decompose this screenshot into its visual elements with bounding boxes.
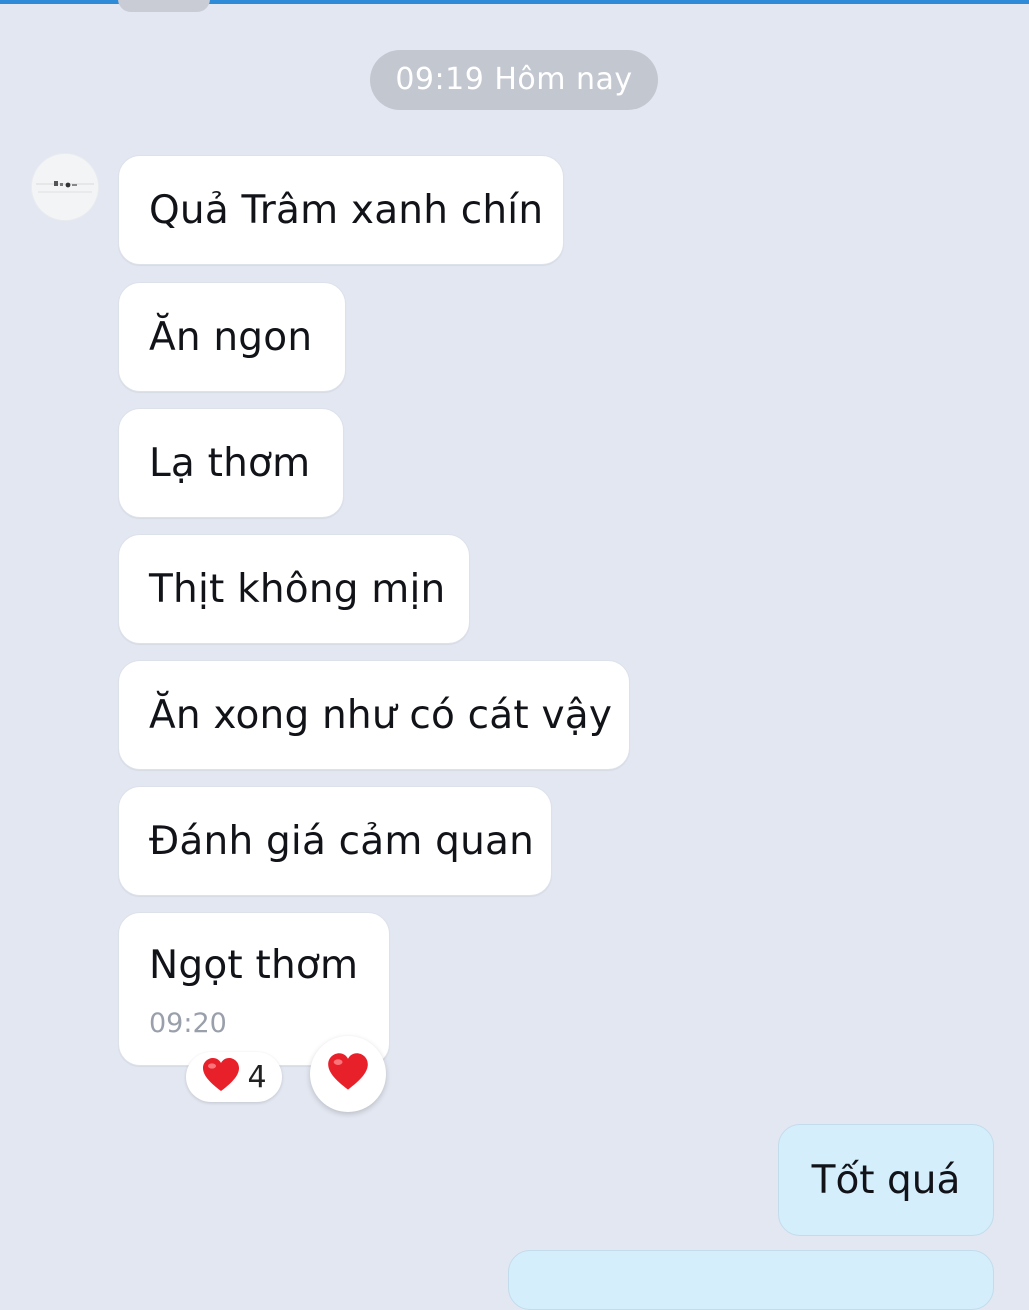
incoming-message[interactable]: Thịt không mịn [118, 534, 470, 644]
incoming-message[interactable]: Ăn xong như có cát vậy [118, 660, 630, 770]
message-text: Ăn ngon [149, 314, 313, 360]
outgoing-message-partial[interactable] [508, 1250, 994, 1310]
date-separator: 09:19 Hôm nay [370, 50, 658, 110]
incoming-message[interactable]: Đánh giá cảm quan [118, 786, 552, 896]
message-text: Ăn xong như có cát vậy [149, 692, 613, 738]
message-text: Tốt quá [811, 1157, 961, 1203]
message-timestamp: 09:20 [149, 1008, 227, 1039]
outgoing-message[interactable]: Tốt quá [778, 1124, 994, 1236]
incoming-message[interactable]: Ăn ngon [118, 282, 346, 392]
add-reaction-button[interactable] [310, 1036, 386, 1112]
incoming-message[interactable]: Lạ thơm [118, 408, 344, 518]
reaction-count: 4 [247, 1059, 267, 1095]
message-text: Ngọt thơm [149, 943, 359, 988]
previous-message-edge [118, 0, 210, 12]
message-text: Thịt không mịn [149, 566, 446, 612]
heart-icon [201, 1057, 241, 1097]
message-text: Lạ thơm [149, 440, 311, 486]
heart-icon [326, 1052, 370, 1096]
incoming-message[interactable]: Quả Trâm xanh chín [118, 155, 564, 265]
message-text: Quả Trâm xanh chín [149, 187, 544, 233]
sender-avatar[interactable] [32, 154, 98, 220]
message-text: Đánh giá cảm quan [149, 818, 535, 864]
reaction-summary[interactable]: 4 [186, 1052, 282, 1102]
